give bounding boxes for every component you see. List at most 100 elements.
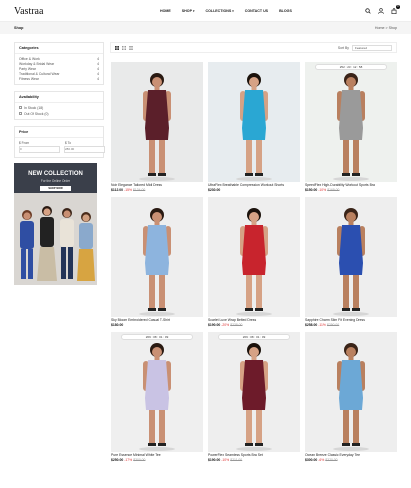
original-price: $300.00 — [133, 458, 146, 462]
product-price: $190.00-10%$211.00 — [208, 458, 242, 462]
list-view-icon[interactable] — [129, 46, 133, 50]
product-photo — [139, 73, 175, 181]
sort-select[interactable]: Featured — [352, 45, 392, 51]
product-photo — [236, 343, 272, 451]
product-price: $150.00-10%$169.00 — [305, 188, 339, 192]
product-photo — [139, 208, 175, 316]
nav-shop[interactable]: SHOP▾ — [182, 9, 195, 13]
main-nav: HOME SHOP▾ COLLECTIONS▾ CONTACT US BLOGS — [160, 9, 292, 13]
checkbox[interactable] — [19, 112, 22, 116]
product-price: $250.00-17%$300.00 — [111, 458, 145, 462]
chevron-down-icon: ▾ — [192, 9, 195, 13]
header-actions: 0 — [365, 5, 400, 14]
bag-icon — [391, 8, 397, 14]
nav-collections[interactable]: COLLECTIONS▾ — [205, 9, 233, 13]
nav-blogs[interactable]: BLOGS — [279, 9, 292, 13]
cart-button[interactable]: 0 — [391, 5, 400, 14]
original-price: $290.00 — [326, 323, 340, 327]
breadcrumb-bar: Shop Home > Shop — [0, 22, 411, 34]
current-price: $250.00 — [111, 458, 124, 462]
product-name[interactable]: Sky Bloom Embroidered Casual T-Shirt — [111, 318, 203, 322]
current-price: $150.00 — [305, 188, 318, 192]
sort-label: Sort By — [337, 46, 349, 50]
promo-title: NEW COLLECTION — [28, 171, 83, 177]
breadcrumb[interactable]: Home > Shop — [375, 26, 397, 30]
user-icon[interactable] — [378, 8, 384, 14]
product-name[interactable]: Scarlet Luxe Wrap Belted Dress — [208, 318, 300, 322]
product-photo — [333, 208, 369, 316]
discount-badge: -17% — [124, 458, 133, 462]
product-image[interactable] — [111, 197, 203, 317]
product-price: $258.00-11%$290.00 — [305, 323, 339, 327]
product-image[interactable] — [111, 62, 203, 182]
promo-subtitle: For the Online Order — [40, 179, 71, 183]
chevron-down-icon: ▾ — [232, 9, 234, 13]
price-from-input[interactable] — [19, 145, 60, 153]
product-image[interactable] — [208, 197, 300, 317]
shop-now-button[interactable]: SHOP NOW — [40, 186, 71, 191]
current-price: $190.00 — [208, 323, 221, 327]
categories-title: Categories — [15, 43, 103, 54]
product-price: $230.00 — [208, 188, 220, 192]
cart-count-badge: 0 — [396, 5, 400, 9]
product-name[interactable]: Ocean Breeze Classic Everyday Tee — [305, 453, 397, 457]
product-photo — [333, 343, 369, 451]
countdown-timer: 269 : 08 : 01 : 09 — [218, 334, 290, 340]
current-price: $258.00 — [305, 323, 318, 327]
site-logo[interactable]: Vastraa — [14, 6, 43, 17]
countdown-timer: 269 : 08 : 01 : 09 — [121, 334, 193, 340]
categories-filter: Categories Office & Work 4 Workday & Brid… — [14, 42, 104, 85]
product-image[interactable] — [305, 62, 397, 182]
product-name[interactable]: Pure Essence Minimal White Tee — [111, 453, 203, 457]
product-image[interactable] — [208, 62, 300, 182]
original-price: $320.00 — [325, 458, 338, 462]
promo-models-illustration — [14, 193, 97, 285]
price-from-label: $ From — [19, 140, 30, 145]
nav-home[interactable]: HOME — [160, 9, 171, 13]
category-item[interactable]: Fitness Wear 4 — [19, 77, 99, 82]
nav-contact[interactable]: CONTACT US — [245, 9, 268, 13]
listing-toolbar: Sort By Featured — [110, 42, 397, 53]
original-price: $134.00 — [133, 188, 146, 192]
product-price: $190.00-20%$238.00 — [208, 323, 242, 327]
product-price: $180.00 — [111, 323, 123, 327]
original-price: $211.00 — [230, 458, 243, 462]
page-title: Shop — [14, 26, 24, 30]
site-header: Vastraa HOME SHOP▾ COLLECTIONS▾ CONTACT … — [0, 0, 411, 22]
current-price: $300.00 — [305, 458, 318, 462]
sort-control: Sort By Featured — [338, 45, 392, 51]
price-to-label: $ To — [65, 140, 71, 145]
discount-badge: -11% — [318, 323, 326, 327]
discount-badge: -20% — [221, 323, 230, 327]
product-image[interactable] — [208, 332, 300, 452]
filter-sidebar: Categories Office & Work 4 Workday & Brid… — [14, 42, 105, 172]
product-price: $112.00-15%$134.00 — [111, 188, 145, 192]
product-image[interactable] — [305, 197, 397, 317]
discount-badge: -10% — [318, 188, 327, 192]
current-price: $190.00 — [208, 458, 221, 462]
discount-badge: -15% — [124, 188, 132, 192]
product-name[interactable]: UltraFlex Breathable Compression Workout… — [208, 183, 300, 187]
product-name[interactable]: Noir Elegance Tailored Midi Dress — [111, 183, 203, 187]
availability-title: Availability — [15, 92, 103, 103]
original-price: $238.00 — [230, 323, 243, 327]
current-price: $180.00 — [111, 323, 124, 327]
discount-badge: -10% — [221, 458, 230, 462]
search-icon[interactable] — [365, 8, 371, 14]
availability-option[interactable]: Out Of Stock (0) — [15, 111, 103, 117]
product-image[interactable] — [305, 332, 397, 452]
product-name[interactable]: SpeedFlex High-Durability Workout Sports… — [305, 183, 397, 187]
promo-banner[interactable]: NEW COLLECTION For the Online Order SHOP… — [14, 163, 97, 285]
product-name[interactable]: Sapphire Charm Slim Fit Evening Dress — [305, 318, 397, 322]
current-price: $230.00 — [208, 188, 221, 192]
checkbox[interactable] — [19, 106, 22, 110]
view-switcher — [115, 46, 133, 50]
availability-filter: Availability In Stock (18) Out Of Stock … — [14, 90, 104, 120]
countdown-timer: 252 : 23 : 12 : 58 — [315, 64, 387, 70]
grid-3-view-icon[interactable] — [122, 46, 126, 50]
discount-badge: -6% — [318, 458, 325, 462]
product-name[interactable]: PowerFlex Seamless Sports Bra Set — [208, 453, 300, 457]
grid-view-icon[interactable] — [115, 46, 119, 50]
product-image[interactable] — [111, 332, 203, 452]
price-to-input[interactable] — [64, 145, 105, 153]
